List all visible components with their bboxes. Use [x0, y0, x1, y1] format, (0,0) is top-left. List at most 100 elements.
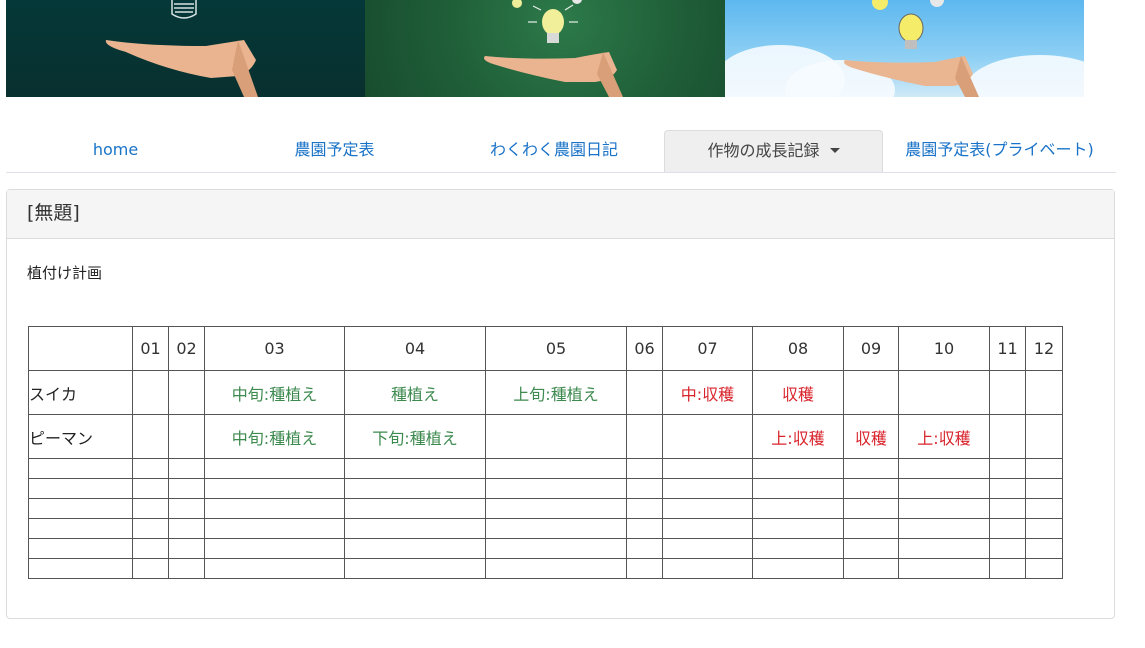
empty-cell — [662, 478, 753, 499]
empty-cell — [28, 538, 133, 559]
tab-private-farm-schedule[interactable]: 農園予定表(プライベート) — [883, 130, 1116, 172]
schedule-cell — [168, 414, 205, 459]
schedule-cell: 中旬:種植え — [204, 370, 345, 415]
empty-row — [28, 538, 1063, 559]
empty-cell — [626, 498, 663, 519]
empty-cell — [204, 478, 345, 499]
month-header-cell: 04 — [344, 326, 486, 371]
schedule-cell — [843, 370, 899, 415]
empty-cell — [132, 498, 169, 519]
schedule-cell: 収穫 — [752, 370, 844, 415]
empty-cell — [1025, 478, 1063, 499]
tab-crop-growth-record-dropdown[interactable]: 作物の成長記録 — [664, 130, 883, 172]
header-banner — [6, 0, 1084, 97]
tab-farm-diary-label: わくわく農園日記 — [489, 140, 618, 159]
empty-cell — [28, 518, 133, 539]
empty-cell — [1025, 498, 1063, 519]
banner-image-green-board — [365, 0, 725, 97]
empty-cell — [626, 458, 663, 479]
empty-cell — [168, 558, 205, 579]
empty-cell — [132, 558, 169, 579]
empty-cell — [485, 498, 627, 519]
empty-cell — [204, 558, 345, 579]
tab-farm-schedule[interactable]: 農園予定表 — [225, 130, 444, 172]
month-header-cell: 08 — [752, 326, 844, 371]
empty-cell — [843, 458, 899, 479]
empty-cell — [132, 478, 169, 499]
tab-home-label: home — [92, 140, 139, 159]
empty-cell — [344, 498, 486, 519]
schedule-cell — [168, 370, 205, 415]
schedule-cell — [132, 414, 169, 459]
schedule-cell: 上旬:種植え — [485, 370, 627, 415]
empty-cell — [168, 498, 205, 519]
empty-cell — [626, 478, 663, 499]
schedule-cell — [989, 370, 1026, 415]
empty-cell — [485, 458, 627, 479]
empty-cell — [843, 518, 899, 539]
schedule-cell — [132, 370, 169, 415]
empty-row — [28, 558, 1063, 579]
content-card: [無題] 植付け計画 01 02 03 04 05 06 07 08 09 10 11 12 スイカ 中旬… — [6, 189, 1115, 619]
empty-cell — [898, 498, 990, 519]
empty-cell — [898, 538, 990, 559]
empty-cell — [132, 518, 169, 539]
empty-row — [28, 498, 1063, 519]
crop-name-cell: ピーマン — [28, 414, 133, 459]
main-navigation: home 農園予定表 わくわく農園日記 作物の成長記録 農園予定表(プライベート… — [6, 130, 1116, 173]
empty-cell — [204, 498, 345, 519]
empty-cell — [843, 558, 899, 579]
tab-farm-diary[interactable]: わくわく農園日記 — [444, 130, 664, 172]
month-header-cell: 06 — [626, 326, 663, 371]
empty-cell — [662, 458, 753, 479]
empty-cell — [898, 458, 990, 479]
empty-cell — [898, 518, 990, 539]
empty-cell — [752, 538, 844, 559]
tab-home[interactable]: home — [6, 130, 225, 172]
empty-cell — [626, 518, 663, 539]
month-header-cell: 01 — [132, 326, 169, 371]
empty-cell — [204, 538, 345, 559]
empty-cell — [898, 558, 990, 579]
schedule-cell: 種植え — [344, 370, 486, 415]
month-header-cell: 03 — [204, 326, 345, 371]
empty-cell — [898, 478, 990, 499]
schedule-cell: 収穫 — [843, 414, 899, 459]
table-corner-cell — [28, 326, 133, 371]
tab-private-farm-schedule-label: 農園予定表(プライベート) — [905, 140, 1094, 159]
month-header-cell: 05 — [485, 326, 627, 371]
month-header-cell: 02 — [168, 326, 205, 371]
caret-down-icon — [829, 147, 840, 153]
empty-cell — [485, 518, 627, 539]
empty-cell — [662, 538, 753, 559]
empty-cell — [989, 558, 1026, 579]
crop-name-cell: スイカ — [28, 370, 133, 415]
empty-cell — [1025, 558, 1063, 579]
empty-cell — [132, 538, 169, 559]
empty-cell — [752, 498, 844, 519]
empty-cell — [662, 558, 753, 579]
empty-cell — [752, 458, 844, 479]
empty-cell — [28, 558, 133, 579]
empty-cell — [989, 538, 1026, 559]
schedule-cell — [662, 414, 753, 459]
table-header-row: 01 02 03 04 05 06 07 08 09 10 11 12 — [28, 326, 1063, 371]
schedule-cell — [1025, 370, 1063, 415]
empty-cell — [989, 458, 1026, 479]
banner-image-dark-teal — [6, 0, 366, 97]
crop-row: スイカ 中旬:種植え 種植え 上旬:種植え 中:収穫 収穫 — [28, 370, 1063, 415]
schedule-cell — [1025, 414, 1063, 459]
tab-crop-growth-record-label: 作物の成長記録 — [707, 141, 820, 160]
empty-cell — [28, 458, 133, 479]
banner-image-blue-sky — [724, 0, 1084, 97]
empty-cell — [344, 458, 486, 479]
schedule-cell: 中:収穫 — [662, 370, 753, 415]
empty-cell — [1025, 518, 1063, 539]
empty-cell — [1025, 458, 1063, 479]
planting-plan-table: 01 02 03 04 05 06 07 08 09 10 11 12 スイカ 中旬:種植え 種植え 上旬:種… — [28, 326, 1063, 579]
empty-row — [28, 458, 1063, 479]
month-header-cell: 10 — [898, 326, 990, 371]
crop-row: ピーマン 中旬:種植え 下旬:種植え 上:収穫 収穫 上:収穫 — [28, 414, 1063, 459]
empty-row — [28, 478, 1063, 499]
empty-cell — [204, 518, 345, 539]
